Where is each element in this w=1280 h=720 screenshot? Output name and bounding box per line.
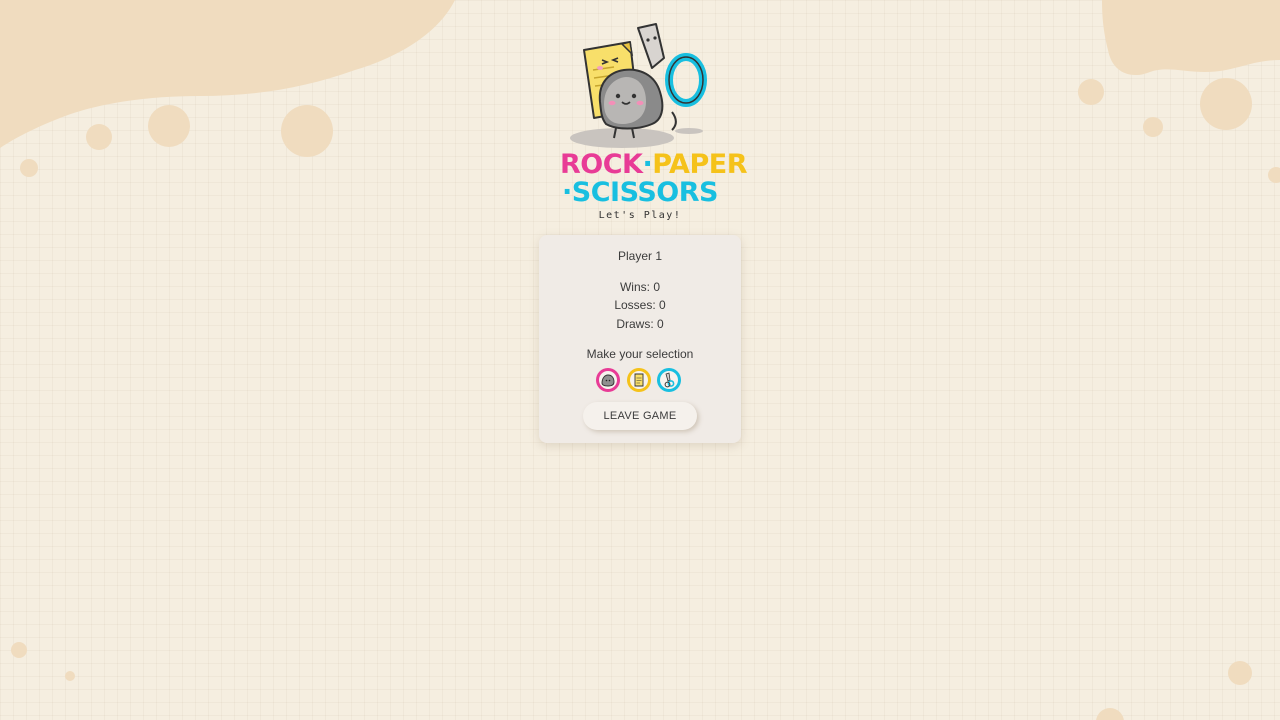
logo-word-paper: PAPER bbox=[652, 149, 747, 180]
rock-choice-button[interactable] bbox=[596, 368, 620, 392]
characters-illustration bbox=[570, 23, 707, 148]
logo-word-scissors: ·SCISSORS bbox=[562, 177, 718, 208]
player-name: Player 1 bbox=[617, 249, 663, 263]
rock-icon bbox=[601, 374, 615, 387]
paper-choice-button[interactable] bbox=[627, 368, 651, 392]
paper-icon bbox=[634, 373, 644, 387]
selection-prompt: Make your selection bbox=[586, 347, 694, 361]
draws-count: Draws: 0 bbox=[616, 317, 664, 331]
logo-title-line1: ROCK·PAPER bbox=[560, 149, 747, 180]
logo-word-rock: ROCK bbox=[560, 149, 643, 180]
scissors-icon bbox=[664, 372, 675, 388]
game-logo: ROCK·PAPER ·SCISSORS Let's Play! bbox=[560, 20, 747, 225]
wins-count: Wins: 0 bbox=[619, 280, 660, 294]
player-card: Player 1 Wins: 0 Losses: 0 Draws: 0 Make… bbox=[539, 235, 741, 443]
logo-tagline: Let's Play! bbox=[598, 210, 682, 221]
logo-dot: · bbox=[642, 149, 653, 180]
leave-game-button[interactable]: LEAVE GAME bbox=[583, 402, 697, 430]
losses-count: Losses: 0 bbox=[614, 298, 666, 312]
scissors-choice-button[interactable] bbox=[657, 368, 681, 392]
selection-options bbox=[595, 368, 687, 396]
